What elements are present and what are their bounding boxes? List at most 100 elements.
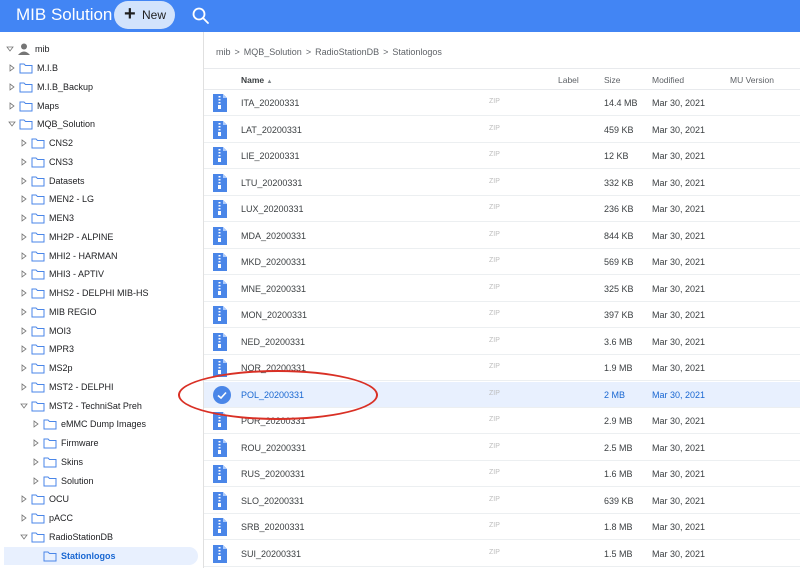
new-button[interactable]: + New <box>114 1 175 29</box>
tree-item[interactable]: MIB REGIO <box>0 303 203 321</box>
tree-item[interactable]: Skins <box>0 453 203 471</box>
tree-item[interactable]: MQB_Solution <box>0 115 203 133</box>
chevron-right-icon[interactable] <box>20 307 28 316</box>
chevron-right-icon[interactable] <box>20 345 28 354</box>
file-row[interactable]: LUX_20200331 ZIP 236 KB Mar 30, 2021 <box>204 196 800 222</box>
tree-item[interactable]: MHS2 - DELPHI MIB-HS <box>0 284 203 302</box>
chevron-right-icon[interactable] <box>8 101 16 110</box>
tree-item[interactable]: MS2p <box>0 359 203 377</box>
file-row[interactable]: SRB_20200331 ZIP 1.8 MB Mar 30, 2021 <box>204 514 800 540</box>
chevron-right-icon[interactable] <box>20 214 28 222</box>
chevron-right-icon[interactable] <box>20 364 28 372</box>
column-header-mu-version[interactable]: MU Version <box>730 75 774 85</box>
tree-item[interactable]: MHI3 - APTIV <box>0 265 203 283</box>
chevron-right-icon[interactable] <box>20 251 28 260</box>
chevron-down-icon[interactable] <box>20 533 28 541</box>
tree-item[interactable]: Maps <box>0 97 203 115</box>
file-row[interactable]: NOR_20200331 ZIP 1.9 MB Mar 30, 2021 <box>204 355 800 381</box>
breadcrumb-item[interactable]: RadioStationDB <box>315 47 379 57</box>
file-row[interactable]: POR_20200331 ZIP 2.9 MB Mar 30, 2021 <box>204 408 800 434</box>
tree-item[interactable]: eMMC Dump Images <box>0 415 203 433</box>
chevron-right-icon[interactable] <box>20 139 28 147</box>
file-row[interactable]: MKD_20200331 ZIP 569 KB Mar 30, 2021 <box>204 249 800 275</box>
file-row[interactable]: MNE_20200331 ZIP 325 KB Mar 30, 2021 <box>204 276 800 302</box>
file-row[interactable]: MDA_20200331 ZIP 844 KB Mar 30, 2021 <box>204 223 800 249</box>
tree-item[interactable]: Solution <box>0 472 203 490</box>
tree-item[interactable]: MST2 - DELPHI <box>0 378 203 396</box>
tree-item[interactable]: MOI3 <box>0 322 203 340</box>
chevron-right-icon[interactable] <box>20 270 28 279</box>
tree-item[interactable]: MEN2 - LG <box>0 190 203 208</box>
chevron-right-icon[interactable] <box>20 495 28 504</box>
file-name[interactable]: POR_20200331 <box>241 416 306 426</box>
file-name[interactable]: SLO_20200331 <box>241 496 304 506</box>
file-name[interactable]: NED_20200331 <box>241 337 305 347</box>
column-header-size[interactable]: Size <box>604 75 621 85</box>
breadcrumb-item[interactable]: MQB_Solution <box>244 47 302 57</box>
tree-item[interactable]: OCU <box>0 490 203 508</box>
chevron-down-icon[interactable] <box>6 45 14 53</box>
chevron-right-icon[interactable] <box>20 514 28 522</box>
chevron-right-icon[interactable] <box>32 420 40 429</box>
tree-item[interactable]: MHI2 - HARMAN <box>0 247 203 265</box>
tree-item[interactable]: pACC <box>0 509 203 527</box>
tree-item[interactable]: RadioStationDB <box>0 528 203 546</box>
chevron-right-icon[interactable] <box>20 326 28 335</box>
file-row[interactable]: RUS_20200331 ZIP 1.6 MB Mar 30, 2021 <box>204 461 800 487</box>
tree-item[interactable]: MPR3 <box>0 340 203 358</box>
tree-item[interactable]: M.I.B_Backup <box>0 78 203 96</box>
column-header-modified[interactable]: Modified <box>652 75 684 85</box>
chevron-down-icon[interactable] <box>20 402 28 410</box>
tree-item[interactable]: CNS2 <box>0 134 203 152</box>
tree-root[interactable]: mib <box>0 40 203 58</box>
breadcrumb-item[interactable]: mib <box>216 47 231 57</box>
file-row[interactable]: POL_20200331 ZIP 2 MB Mar 30, 2021 <box>204 381 800 408</box>
chevron-right-icon[interactable] <box>8 82 16 91</box>
tree-item[interactable]: Datasets <box>0 172 203 190</box>
chevron-right-icon[interactable] <box>20 289 28 297</box>
search-icon[interactable] <box>191 6 211 26</box>
file-name[interactable]: LAT_20200331 <box>241 125 302 135</box>
chevron-right-icon[interactable] <box>32 476 40 485</box>
file-row[interactable]: LAT_20200331 ZIP 459 KB Mar 30, 2021 <box>204 117 800 143</box>
chevron-right-icon[interactable] <box>8 64 16 72</box>
file-name[interactable]: SUI_20200331 <box>241 549 301 559</box>
file-row[interactable]: LIE_20200331 ZIP 12 KB Mar 30, 2021 <box>204 143 800 169</box>
file-name[interactable]: MNE_20200331 <box>241 284 306 294</box>
tree-item[interactable]: M.I.B <box>0 59 203 77</box>
chevron-right-icon[interactable] <box>20 382 28 391</box>
chevron-right-icon[interactable] <box>32 439 40 447</box>
file-name[interactable]: POL_20200331 <box>241 390 304 400</box>
chevron-right-icon[interactable] <box>20 232 28 241</box>
file-row[interactable]: MON_20200331 ZIP 397 KB Mar 30, 2021 <box>204 302 800 328</box>
file-name[interactable]: ROU_20200331 <box>241 443 306 453</box>
tree-item[interactable]: MEN3 <box>0 209 203 227</box>
tree-item[interactable]: MH2P - ALPINE <box>0 228 203 246</box>
file-row[interactable]: LTU_20200331 ZIP 332 KB Mar 30, 2021 <box>204 170 800 196</box>
file-name[interactable]: NOR_20200331 <box>241 363 306 373</box>
chevron-right-icon[interactable] <box>20 195 28 204</box>
chevron-down-icon[interactable] <box>8 120 16 128</box>
breadcrumb-item[interactable]: Stationlogos <box>392 47 442 57</box>
file-row[interactable]: ROU_20200331 ZIP 2.5 MB Mar 30, 2021 <box>204 435 800 461</box>
file-name[interactable]: LUX_20200331 <box>241 204 304 214</box>
file-name[interactable]: LIE_20200331 <box>241 151 300 161</box>
chevron-right-icon[interactable] <box>20 157 28 166</box>
tree-item[interactable]: Firmware <box>0 434 203 452</box>
file-name[interactable]: MON_20200331 <box>241 310 307 320</box>
file-row[interactable]: ITA_20200331 ZIP 14.4 MB Mar 30, 2021 <box>204 90 800 116</box>
file-name[interactable]: MKD_20200331 <box>241 257 306 267</box>
column-header-name[interactable]: Name ▲ <box>241 75 272 85</box>
tree-item[interactable]: CNS3 <box>0 153 203 171</box>
column-header-label[interactable]: Label <box>558 75 579 85</box>
check-icon[interactable] <box>213 385 231 404</box>
file-row[interactable]: SLO_20200331 ZIP 639 KB Mar 30, 2021 <box>204 488 800 514</box>
file-row[interactable]: NED_20200331 ZIP 3.6 MB Mar 30, 2021 <box>204 329 800 355</box>
tree-item[interactable]: Stationlogos <box>4 546 198 565</box>
chevron-right-icon[interactable] <box>32 457 40 466</box>
file-name[interactable]: MDA_20200331 <box>241 231 306 241</box>
chevron-right-icon[interactable] <box>20 176 28 185</box>
file-name[interactable]: ITA_20200331 <box>241 98 299 108</box>
file-name[interactable]: SRB_20200331 <box>241 522 305 532</box>
file-name[interactable]: RUS_20200331 <box>241 469 305 479</box>
